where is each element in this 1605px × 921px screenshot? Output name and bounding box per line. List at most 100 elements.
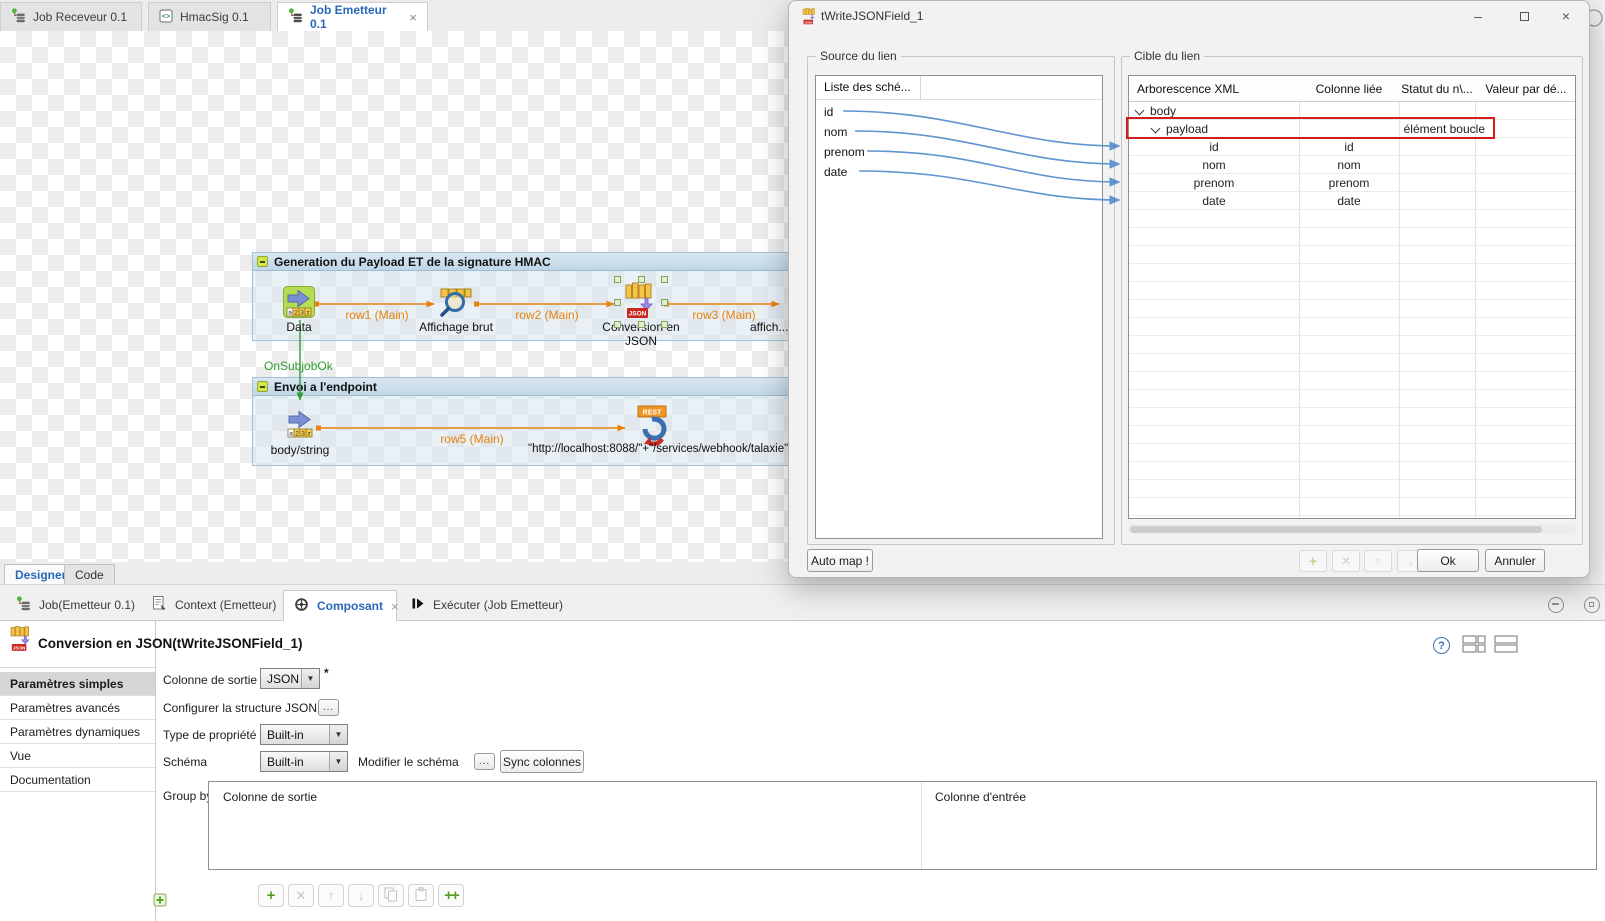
component-data-icon[interactable]: a23z: [283, 286, 315, 321]
schema-select[interactable]: Built-in ▼: [260, 751, 348, 772]
subjob-header[interactable]: Generation du Payload ET de la signature…: [253, 253, 788, 271]
tab-job-receveur[interactable]: Job Receveur 0.1: [0, 2, 142, 31]
sync-columns-button[interactable]: Sync colonnes: [500, 750, 584, 773]
close-icon[interactable]: ×: [409, 10, 417, 25]
component-label[interactable]: Affichage brut: [415, 320, 497, 334]
rest-url-label[interactable]: "http://localhost:8088/"+"/services/webh…: [528, 443, 788, 455]
property-type-select[interactable]: Built-in ▼: [260, 724, 348, 745]
group-by-label: Group by: [163, 789, 212, 803]
collapse-icon[interactable]: [257, 381, 268, 392]
menu-top-line: [0, 667, 155, 668]
twritejsonfield-icon: JSON: [801, 8, 818, 28]
tab-hmacsig[interactable]: <> HmacSig 0.1: [148, 2, 271, 31]
add-row-button[interactable]: +: [258, 884, 284, 907]
subjob-generation-payload[interactable]: Generation du Payload ET de la signature…: [252, 252, 789, 341]
subjob-title: Envoi a l'endpoint: [274, 380, 377, 394]
schema-row-prenom[interactable]: prenom: [824, 142, 865, 162]
component-affichage-brut-icon[interactable]: [438, 287, 472, 321]
output-column-select[interactable]: JSON ▼: [260, 668, 320, 689]
paste-icon: [414, 887, 428, 905]
minimize-button[interactable]: –: [1463, 5, 1493, 27]
tab-executer[interactable]: Exécuter (Job Emetteur): [410, 590, 563, 620]
menu-divider: [155, 621, 156, 921]
component-conversion-json-icon[interactable]: JSON: [617, 279, 665, 325]
close-button[interactable]: ×: [1551, 5, 1581, 27]
cancel-button[interactable]: Annuler: [1485, 549, 1545, 572]
maximize-view-icon[interactable]: [1584, 597, 1600, 613]
link-row2-label[interactable]: row2 (Main): [507, 308, 587, 322]
header-divider: [920, 76, 921, 100]
tab-code[interactable]: Code: [64, 564, 115, 584]
link-row1-label[interactable]: row1 (Main): [337, 308, 417, 322]
tree-row-date[interactable]: date date: [1129, 192, 1577, 210]
trigger-onsubjobok-label[interactable]: OnSubjobOk: [264, 359, 333, 373]
remove-row-button[interactable]: ✕: [288, 884, 314, 907]
table-hscrollbar[interactable]: [1128, 524, 1576, 534]
tab-composant[interactable]: Composant ×: [283, 590, 397, 621]
column-header[interactable]: Statut du n\...: [1399, 76, 1475, 102]
schema-list[interactable]: Liste des sché... id nom prenom date: [815, 75, 1103, 539]
move-down-button[interactable]: ↓: [348, 884, 374, 907]
chevron-down-icon[interactable]: [1135, 106, 1145, 116]
xml-tree-table[interactable]: Arborescence XML Colonne liée Statut du …: [1128, 75, 1576, 519]
schema-row-date[interactable]: date: [824, 162, 847, 182]
small-add-icon[interactable]: [153, 893, 167, 910]
property-type-label: Type de propriété: [163, 728, 256, 742]
selected-value: JSON: [261, 672, 301, 686]
add-all-button[interactable]: ++: [438, 884, 464, 907]
column-divider: [921, 782, 922, 869]
link-row5-label[interactable]: row5 (Main): [432, 432, 512, 446]
menu-parametres-dynamiques[interactable]: Paramètres dynamiques: [0, 720, 155, 744]
chevron-down-icon: ▼: [301, 669, 319, 688]
subjob-header[interactable]: Envoi a l'endpoint: [253, 378, 788, 396]
menu-parametres-simples[interactable]: Paramètres simples: [0, 672, 155, 696]
svg-text:2: 2: [294, 310, 298, 317]
component-label[interactable]: body/string: [266, 443, 334, 457]
component-body-string-icon[interactable]: a23z: [284, 407, 316, 442]
auto-map-button[interactable]: Auto map !: [807, 549, 873, 572]
edit-schema-ellipsis-button[interactable]: ...: [474, 753, 495, 770]
copy-button[interactable]: [378, 884, 404, 907]
configure-json-label: Configurer la structure JSON: [163, 701, 317, 715]
column-header[interactable]: Arborescence XML: [1137, 76, 1239, 102]
move-up-button[interactable]: ↑: [318, 884, 344, 907]
tab-job-emetteur[interactable]: Job Emetteur 0.1 ×: [277, 2, 428, 31]
source-group-label: Source du lien: [816, 49, 901, 63]
remove-row-button[interactable]: ✕: [1332, 550, 1360, 572]
linked-column: date: [1299, 192, 1399, 210]
maximize-button[interactable]: [1509, 5, 1539, 27]
link-row3-label[interactable]: row3 (Main): [684, 308, 764, 322]
add-row-button[interactable]: +: [1299, 550, 1327, 572]
menu-parametres-avances[interactable]: Paramètres avancés: [0, 696, 155, 720]
ok-button[interactable]: Ok: [1417, 549, 1479, 572]
configure-json-ellipsis-button[interactable]: ...: [318, 699, 339, 716]
tree-row-prenom[interactable]: prenom prenom: [1129, 174, 1577, 192]
close-icon[interactable]: ×: [391, 599, 399, 614]
minimize-view-icon[interactable]: [1548, 597, 1564, 613]
layout-rows-icon[interactable]: [1494, 635, 1518, 657]
schema-row-id[interactable]: id: [824, 102, 833, 122]
paste-button[interactable]: [408, 884, 434, 907]
scrollbar-thumb[interactable]: [1130, 526, 1542, 533]
menu-vue[interactable]: Vue: [0, 744, 155, 768]
component-label[interactable]: Data: [269, 320, 329, 334]
help-icon[interactable]: ?: [1433, 637, 1450, 654]
tab-job-emetteur-bottom[interactable]: Job(Emetteur 0.1): [16, 590, 135, 620]
node-label: nom: [1129, 156, 1299, 174]
schema-label: Schéma: [163, 755, 207, 769]
schema-row-nom[interactable]: nom: [824, 122, 847, 142]
column-header[interactable]: Colonne liée: [1299, 76, 1399, 102]
job-icon: [288, 8, 303, 26]
tree-row-nom[interactable]: nom nom: [1129, 156, 1577, 174]
collapse-icon[interactable]: [257, 256, 268, 267]
layout-grid-icon[interactable]: [1462, 635, 1486, 657]
svg-text:a: a: [289, 431, 293, 438]
linked-column: id: [1299, 138, 1399, 156]
move-up-button[interactable]: ↑: [1364, 550, 1392, 572]
tree-row-id[interactable]: id id: [1129, 138, 1577, 156]
tab-label: HmacSig 0.1: [180, 10, 249, 24]
tab-context[interactable]: Context (Emetteur): [152, 590, 276, 620]
group-by-table[interactable]: Colonne de sortie Colonne d'entrée: [208, 781, 1597, 870]
menu-documentation[interactable]: Documentation: [0, 768, 155, 792]
column-header[interactable]: Valeur par dé...: [1475, 76, 1577, 102]
